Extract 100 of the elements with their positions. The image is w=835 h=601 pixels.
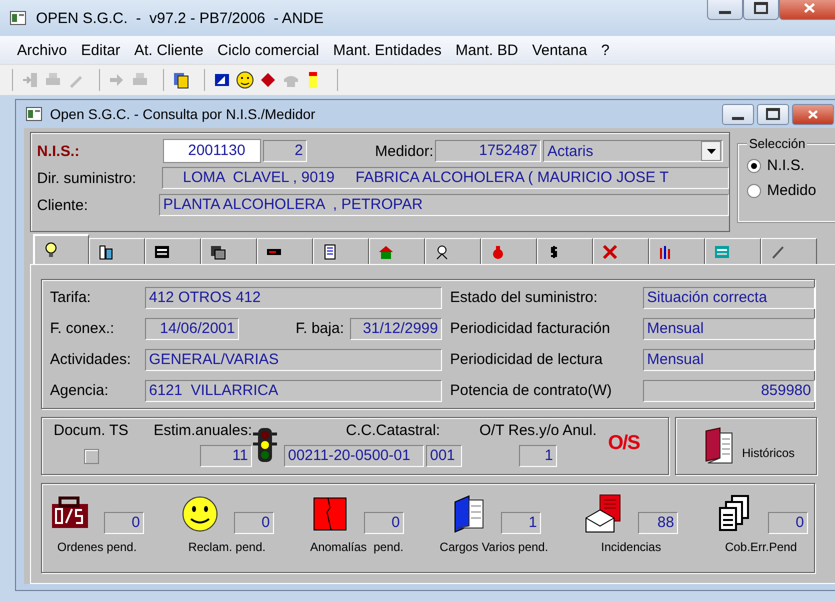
field-label: Periodicidad de lectura [450, 351, 604, 368]
document-icon[interactable] [172, 71, 190, 89]
close-icon [804, 3, 814, 13]
value-field: 31/12/2999 [350, 318, 442, 340]
app-icon [10, 11, 26, 25]
close-icon [808, 110, 818, 118]
field-label: Actividades: [50, 351, 132, 368]
value-field: 6121 VILLARRICA [145, 380, 442, 402]
item-label: Cob.Err.Pend [724, 540, 797, 554]
value-field: Mensual [643, 318, 815, 340]
field-label: Dir. suministro: [37, 170, 138, 186]
count-field: 88 [638, 512, 678, 534]
value-field: 00211-20-0500-01 [284, 445, 424, 467]
table-icon [714, 244, 730, 260]
tab[interactable] [313, 238, 369, 264]
count-field: 0 [234, 512, 274, 534]
document-icon [322, 244, 338, 260]
tab[interactable] [33, 234, 89, 264]
menu-item[interactable]: Ventana [525, 42, 594, 58]
lightbulb-icon [43, 242, 59, 258]
minimize-button[interactable] [707, 0, 743, 20]
close-button[interactable] [792, 104, 834, 124]
field-label: Cliente: [37, 196, 89, 214]
radio-label: N.I.S. [767, 157, 805, 174]
value-field: LOMA CLAVEL , 9019 FABRICA ALCOHOLERA ( MAURICIO JOSE T [162, 167, 729, 189]
maximize-button[interactable] [757, 104, 789, 124]
value-field: 11 [200, 445, 252, 467]
tab[interactable] [537, 238, 593, 264]
checkbox[interactable] [84, 449, 98, 464]
menu-item[interactable]: Mant. Entidades [326, 42, 449, 58]
money-bag-icon [490, 244, 506, 260]
field-label: N.I.S.: [37, 142, 81, 160]
caret-icon [706, 148, 716, 154]
field-label: Medidor: [375, 142, 434, 160]
person-icon [434, 244, 450, 260]
value-field: 859980 [643, 380, 815, 402]
tab[interactable] [89, 238, 145, 264]
pencil-icon [770, 244, 786, 260]
field-label: Agencia: [50, 382, 110, 399]
group-title: Selección [747, 136, 808, 151]
count-field: 1 [500, 512, 541, 534]
item-label: Anomalías pend. [310, 540, 404, 554]
menu-item[interactable]: At. Cliente [127, 42, 210, 58]
radio-label: Medido [767, 182, 816, 199]
menu-item[interactable]: Archivo [10, 42, 74, 58]
traffic-light-icon [252, 426, 278, 464]
smiley-icon [180, 494, 220, 534]
value-field: 2 [263, 140, 307, 162]
value-field: 412 OTROS 412 [145, 286, 442, 308]
value-field: Mensual [643, 348, 815, 370]
window-title: OPEN S.G.C. - v97.2 - PB7/2006 - ANDE [36, 10, 324, 26]
window-icon [26, 107, 42, 121]
dropdown[interactable]: Actaris [543, 140, 724, 162]
item-label: Incidencias [601, 540, 662, 554]
field-label: Docum. TS [54, 422, 128, 439]
field-label: Estado del suministro: [450, 289, 599, 306]
radio-button[interactable] [747, 158, 761, 172]
history-button[interactable]: Históricos [675, 417, 817, 475]
building-icon [98, 244, 114, 260]
close-button[interactable] [779, 0, 835, 20]
field-label: O/T Res.y/o Anul. [479, 422, 597, 439]
smiley-icon[interactable] [236, 71, 254, 89]
field-label: C.C.Catastral: [346, 422, 440, 439]
field-label: F. baja: [296, 320, 344, 337]
count-field: 0 [768, 512, 808, 534]
field-label: Periodicidad facturación [450, 320, 612, 337]
tab[interactable] [649, 238, 705, 264]
count-field: 0 [104, 512, 144, 534]
count-field: 0 [364, 512, 404, 534]
menu-item[interactable]: Ciclo comercial [210, 42, 326, 58]
value-field: 001 [426, 445, 462, 467]
maximize-button[interactable] [743, 0, 779, 20]
menu-item[interactable]: ? [594, 42, 616, 58]
status-label: O/S [608, 432, 640, 455]
input-field[interactable]: 2001130 [163, 139, 261, 163]
item-label: Ordenes pend. [57, 540, 137, 554]
item-label: Cargos Varios pend. [440, 540, 548, 554]
value-field: 1 [519, 445, 557, 467]
tab[interactable] [201, 238, 257, 264]
minimize-button[interactable] [722, 104, 754, 124]
window-title: Open S.G.C. - Consulta por N.I.S./Medidor [50, 106, 316, 122]
keyboard-icon [154, 244, 170, 260]
value-field: PLANTA ALCOHOLERA , PETROPAR [159, 194, 729, 216]
menu-item[interactable]: Editar [74, 42, 128, 58]
field-label: F. conex.: [50, 320, 116, 337]
tab[interactable] [425, 238, 481, 264]
menu-item[interactable]: Mant. BD [448, 42, 526, 58]
item-label: Reclam. pend. [188, 540, 266, 554]
tab[interactable] [761, 238, 817, 264]
tab[interactable] [257, 238, 313, 264]
field-label: Estim.anuales: [154, 422, 252, 439]
tab[interactable] [145, 238, 201, 264]
value-field: 14/06/2001 [145, 318, 239, 340]
value-field: Situación correcta [643, 286, 815, 308]
radio-button[interactable] [747, 184, 761, 198]
field-label: Potencia de contrato(W) [450, 382, 613, 399]
field-label: Tarifa: [50, 289, 92, 306]
house-icon [378, 244, 394, 260]
value-field: 1752487 [435, 140, 542, 162]
printer-icon [210, 244, 226, 260]
